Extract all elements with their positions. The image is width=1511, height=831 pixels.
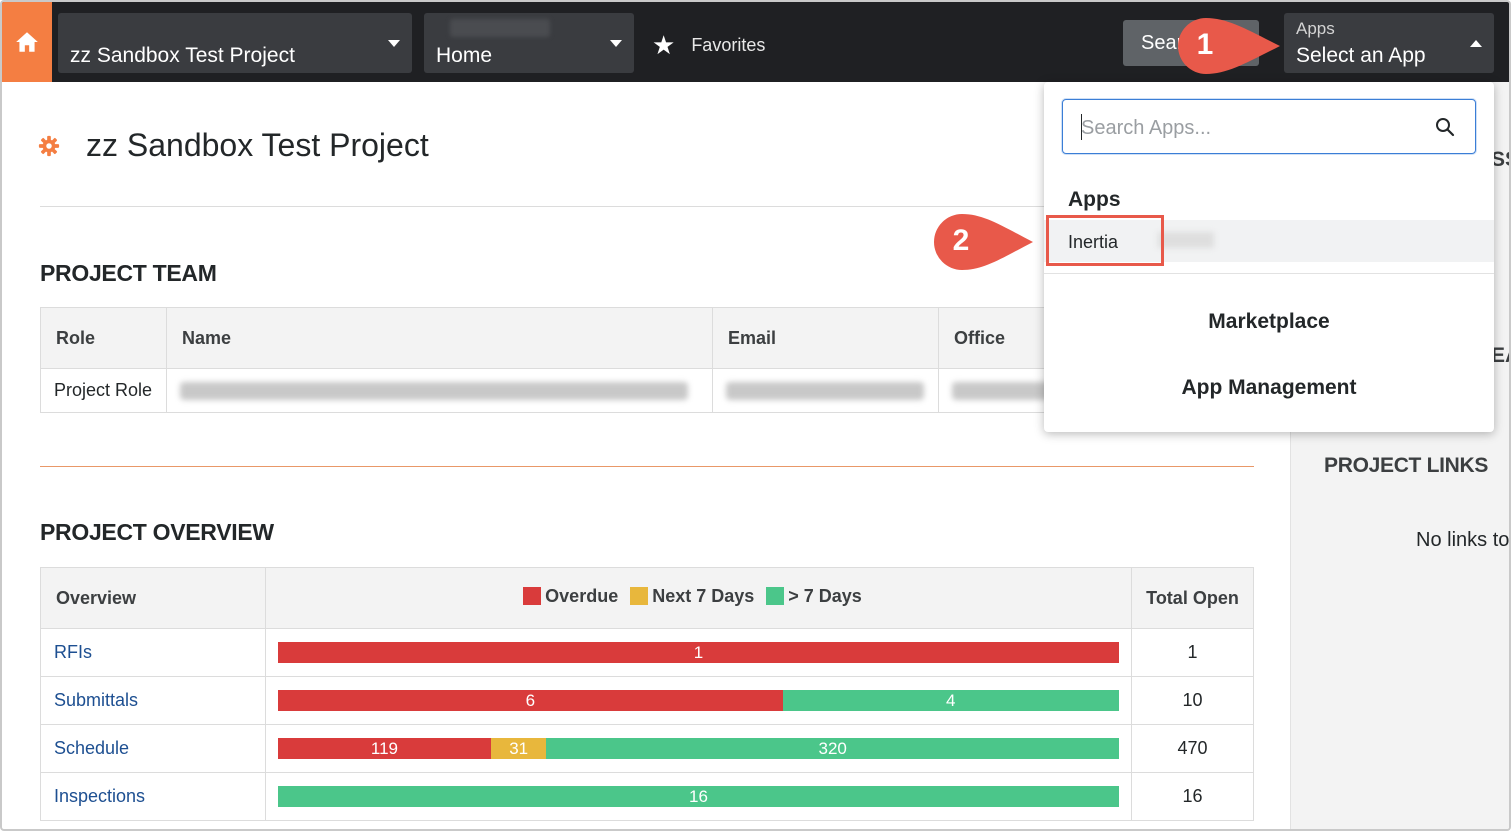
overview-item-link[interactable]: Inspections bbox=[40, 772, 266, 821]
role-cell: Project Role bbox=[40, 368, 167, 413]
star-icon: ★ bbox=[652, 30, 676, 60]
overview-item-link[interactable]: RFIs bbox=[40, 628, 266, 677]
gear-icon[interactable] bbox=[38, 135, 60, 157]
callout-number: 2 bbox=[952, 224, 970, 257]
apps-selector-label: Apps bbox=[1296, 19, 1335, 38]
no-links-message: No links to bbox=[1416, 529, 1510, 551]
home-icon bbox=[16, 32, 38, 52]
status-bar-cell: 64 bbox=[265, 676, 1132, 725]
search-icon[interactable] bbox=[1435, 117, 1455, 137]
project-selector-value: zz Sandbox Test Project bbox=[70, 44, 295, 67]
overview-rows: RFIs 1 1 Submittals 6 4 10 Schedule 119 31 320 470 I… bbox=[40, 628, 1254, 821]
total-open-cell: 1 bbox=[1131, 628, 1254, 677]
legend-label: Next 7 Days bbox=[652, 585, 755, 606]
project-team-title: PROJECT TEAM bbox=[40, 260, 217, 286]
marketplace-link[interactable]: Marketplace bbox=[1044, 310, 1494, 334]
project-links-title: PROJECT LINKS bbox=[1324, 454, 1489, 477]
apps-selector-value: Select an App bbox=[1296, 44, 1426, 67]
email-cell bbox=[712, 368, 939, 413]
bar-segment-later[interactable]: 320 bbox=[546, 738, 1119, 759]
table-row: Schedule 119 31 320 470 bbox=[40, 724, 1254, 773]
legend-label: Overdue bbox=[545, 585, 619, 606]
column-header-total-open: Total Open bbox=[1131, 567, 1254, 629]
overview-item-link[interactable]: Submittals bbox=[40, 676, 266, 725]
table-row: RFIs 1 1 bbox=[40, 628, 1254, 677]
overview-item-link[interactable]: Schedule bbox=[40, 724, 266, 773]
table-row: Submittals 6 4 10 bbox=[40, 676, 1254, 725]
bar-segment-overdue[interactable]: 119 bbox=[278, 738, 491, 759]
favorites-label: Favorites bbox=[691, 34, 766, 55]
highlight-box bbox=[1046, 215, 1164, 266]
app-window: zz Sandbox Test Project Home ★ Favorites… bbox=[0, 0, 1511, 831]
clipped-heading-fragment: SS bbox=[1491, 148, 1509, 171]
total-open-cell: 10 bbox=[1131, 676, 1254, 725]
page-title: zz Sandbox Test Project bbox=[86, 127, 429, 163]
legend-swatch bbox=[766, 587, 785, 606]
search-apps-placeholder: Search Apps... bbox=[1081, 117, 1212, 139]
table-row: Inspections 16 16 bbox=[40, 772, 1254, 821]
stacked-bar: 1 bbox=[278, 642, 1119, 663]
project-selector[interactable]: zz Sandbox Test Project bbox=[58, 13, 412, 73]
bar-segment-later[interactable]: 16 bbox=[278, 786, 1119, 807]
bar-segment-overdue[interactable]: 1 bbox=[278, 642, 1119, 663]
stacked-bar: 119 31 320 bbox=[278, 738, 1119, 759]
app-management-link[interactable]: App Management bbox=[1044, 376, 1494, 400]
status-bar-cell: 16 bbox=[265, 772, 1132, 821]
legend-label: > 7 Days bbox=[788, 585, 862, 606]
chevron-up-icon bbox=[1470, 40, 1482, 47]
name-cell bbox=[166, 368, 713, 413]
stacked-bar: 64 bbox=[278, 690, 1119, 711]
total-open-cell: 470 bbox=[1131, 724, 1254, 773]
search-apps-input[interactable]: Search Apps... bbox=[1062, 99, 1476, 154]
legend-swatch bbox=[523, 587, 542, 606]
redacted-email bbox=[726, 382, 924, 401]
chart-legend: Overdue Next 7 Days > 7 Days bbox=[523, 586, 874, 607]
project-overview-title: PROJECT OVERVIEW bbox=[40, 519, 274, 545]
status-bar-cell: 1 bbox=[265, 628, 1132, 677]
favorites-link[interactable]: ★ Favorites bbox=[652, 32, 765, 58]
text-cursor bbox=[1081, 114, 1082, 140]
chevron-down-icon bbox=[610, 40, 622, 47]
tool-selector[interactable]: Home bbox=[424, 13, 634, 73]
column-header-email: Email bbox=[712, 307, 939, 369]
chart-legend-header: Overdue Next 7 Days > 7 Days bbox=[265, 567, 1132, 629]
project-overview-table: Overview Overdue Next 7 Days > 7 Days Tota… bbox=[40, 567, 1254, 821]
redacted-office bbox=[952, 382, 1052, 401]
section-divider bbox=[40, 466, 1254, 467]
divider bbox=[1044, 273, 1494, 274]
bar-segment-overdue[interactable]: 6 bbox=[278, 690, 783, 711]
step-callout-1: 1 bbox=[1176, 16, 1280, 76]
apps-selector[interactable]: Apps Select an App bbox=[1284, 13, 1494, 73]
apps-dropdown-menu: Search Apps... Apps Inertia Marketplace … bbox=[1044, 82, 1494, 432]
redacted-name bbox=[180, 382, 688, 401]
column-header-role: Role bbox=[40, 307, 167, 369]
apps-heading: Apps bbox=[1068, 188, 1121, 211]
stacked-bar: 16 bbox=[278, 786, 1119, 807]
home-button[interactable] bbox=[2, 2, 52, 82]
step-callout-2: 2 bbox=[932, 212, 1033, 272]
bar-segment-next7[interactable]: 31 bbox=[490, 738, 547, 759]
total-open-cell: 16 bbox=[1131, 772, 1254, 821]
tool-selector-value: Home bbox=[436, 44, 493, 67]
legend-swatch bbox=[630, 587, 649, 606]
chevron-down-icon bbox=[388, 40, 400, 47]
clipped-heading-fragment: EA bbox=[1491, 344, 1509, 367]
column-header-name: Name bbox=[166, 307, 713, 369]
redacted-label bbox=[450, 19, 550, 37]
bar-segment-later[interactable]: 4 bbox=[782, 690, 1119, 711]
redacted-label bbox=[1158, 232, 1214, 248]
status-bar-cell: 119 31 320 bbox=[265, 724, 1132, 773]
column-header-overview: Overview bbox=[40, 567, 266, 629]
callout-number: 1 bbox=[1196, 28, 1214, 61]
